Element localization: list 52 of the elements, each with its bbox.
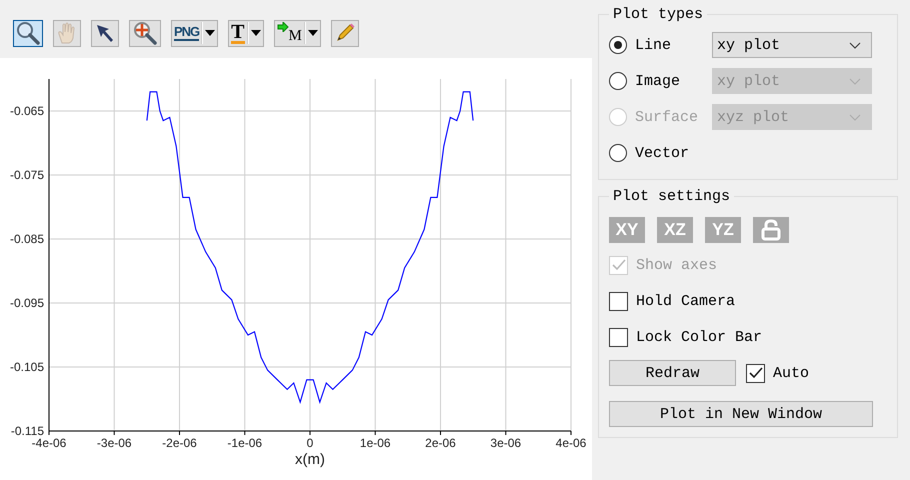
y-tick-label: -0.115 bbox=[10, 424, 44, 438]
radio-button[interactable] bbox=[609, 144, 627, 162]
x-tick-label: 1e-06 bbox=[360, 436, 391, 450]
magnifier-icon bbox=[16, 21, 40, 45]
y-tick-label: -0.105 bbox=[10, 360, 44, 374]
checkbox[interactable] bbox=[746, 364, 765, 382]
toolbar-button[interactable] bbox=[330, 20, 359, 46]
chevron-down-icon bbox=[849, 114, 861, 120]
magnifier-crosshair-icon bbox=[132, 20, 158, 46]
x-tick-label: -4e-06 bbox=[32, 436, 66, 450]
checkbox-option[interactable]: Hold Camera bbox=[609, 283, 887, 319]
chevron-down-icon bbox=[849, 78, 861, 84]
chevron-down-icon bbox=[849, 42, 861, 48]
plot-type-dropdown[interactable]: xy plot bbox=[712, 32, 872, 58]
toolbar-button[interactable]: T bbox=[228, 20, 264, 46]
y-tick-label: -0.085 bbox=[10, 232, 44, 246]
checkbox-option[interactable]: Lock Color Bar bbox=[609, 319, 887, 355]
lock-icon bbox=[760, 219, 782, 241]
checkmark-icon bbox=[748, 367, 762, 379]
checkbox[interactable] bbox=[609, 328, 628, 346]
x-tick-label: 2e-06 bbox=[425, 436, 456, 450]
toolbar-button[interactable] bbox=[13, 20, 43, 46]
radio-button[interactable] bbox=[609, 36, 627, 54]
toolbar-button[interactable]: M bbox=[274, 20, 321, 46]
toolbar-button[interactable] bbox=[129, 20, 161, 46]
radio-option[interactable]: Image bbox=[609, 72, 712, 90]
x-tick-label: -1e-06 bbox=[227, 436, 262, 450]
x-tick-label: -3e-06 bbox=[96, 436, 132, 450]
radio-option[interactable]: Vector bbox=[609, 144, 712, 162]
group-title: Plot types bbox=[612, 6, 704, 23]
radio-option[interactable]: Line bbox=[609, 36, 712, 54]
toolbar-button[interactable] bbox=[91, 20, 119, 46]
toolbar-button[interactable]: PNG bbox=[171, 20, 218, 46]
checkmark-icon bbox=[612, 259, 626, 271]
arrow-pointer-icon bbox=[94, 22, 116, 44]
x-tick-label: 0 bbox=[306, 436, 314, 450]
plot-in-new-window-button[interactable]: Plot in New Window bbox=[609, 401, 873, 427]
marker-tool-label: M bbox=[288, 28, 302, 44]
y-tick-label: -0.065 bbox=[10, 104, 44, 118]
checkbox[interactable] bbox=[609, 292, 628, 310]
redraw-button[interactable]: Redraw bbox=[609, 360, 736, 386]
x-tick-label: -2e-06 bbox=[162, 436, 197, 450]
group-title: Plot settings bbox=[612, 188, 732, 205]
y-tick-label: -0.075 bbox=[10, 168, 44, 182]
x-tick-label: 4e-06 bbox=[556, 436, 586, 450]
marker-arrow-icon bbox=[276, 22, 289, 32]
x-tick-label: 3e-06 bbox=[490, 436, 522, 450]
checkbox-option[interactable]: Auto bbox=[746, 355, 810, 391]
export-label: PNG bbox=[174, 25, 200, 41]
radio-button[interactable] bbox=[609, 72, 627, 90]
x-axis-title: x(m) bbox=[295, 451, 325, 468]
y-tick-label: -0.095 bbox=[10, 296, 44, 310]
